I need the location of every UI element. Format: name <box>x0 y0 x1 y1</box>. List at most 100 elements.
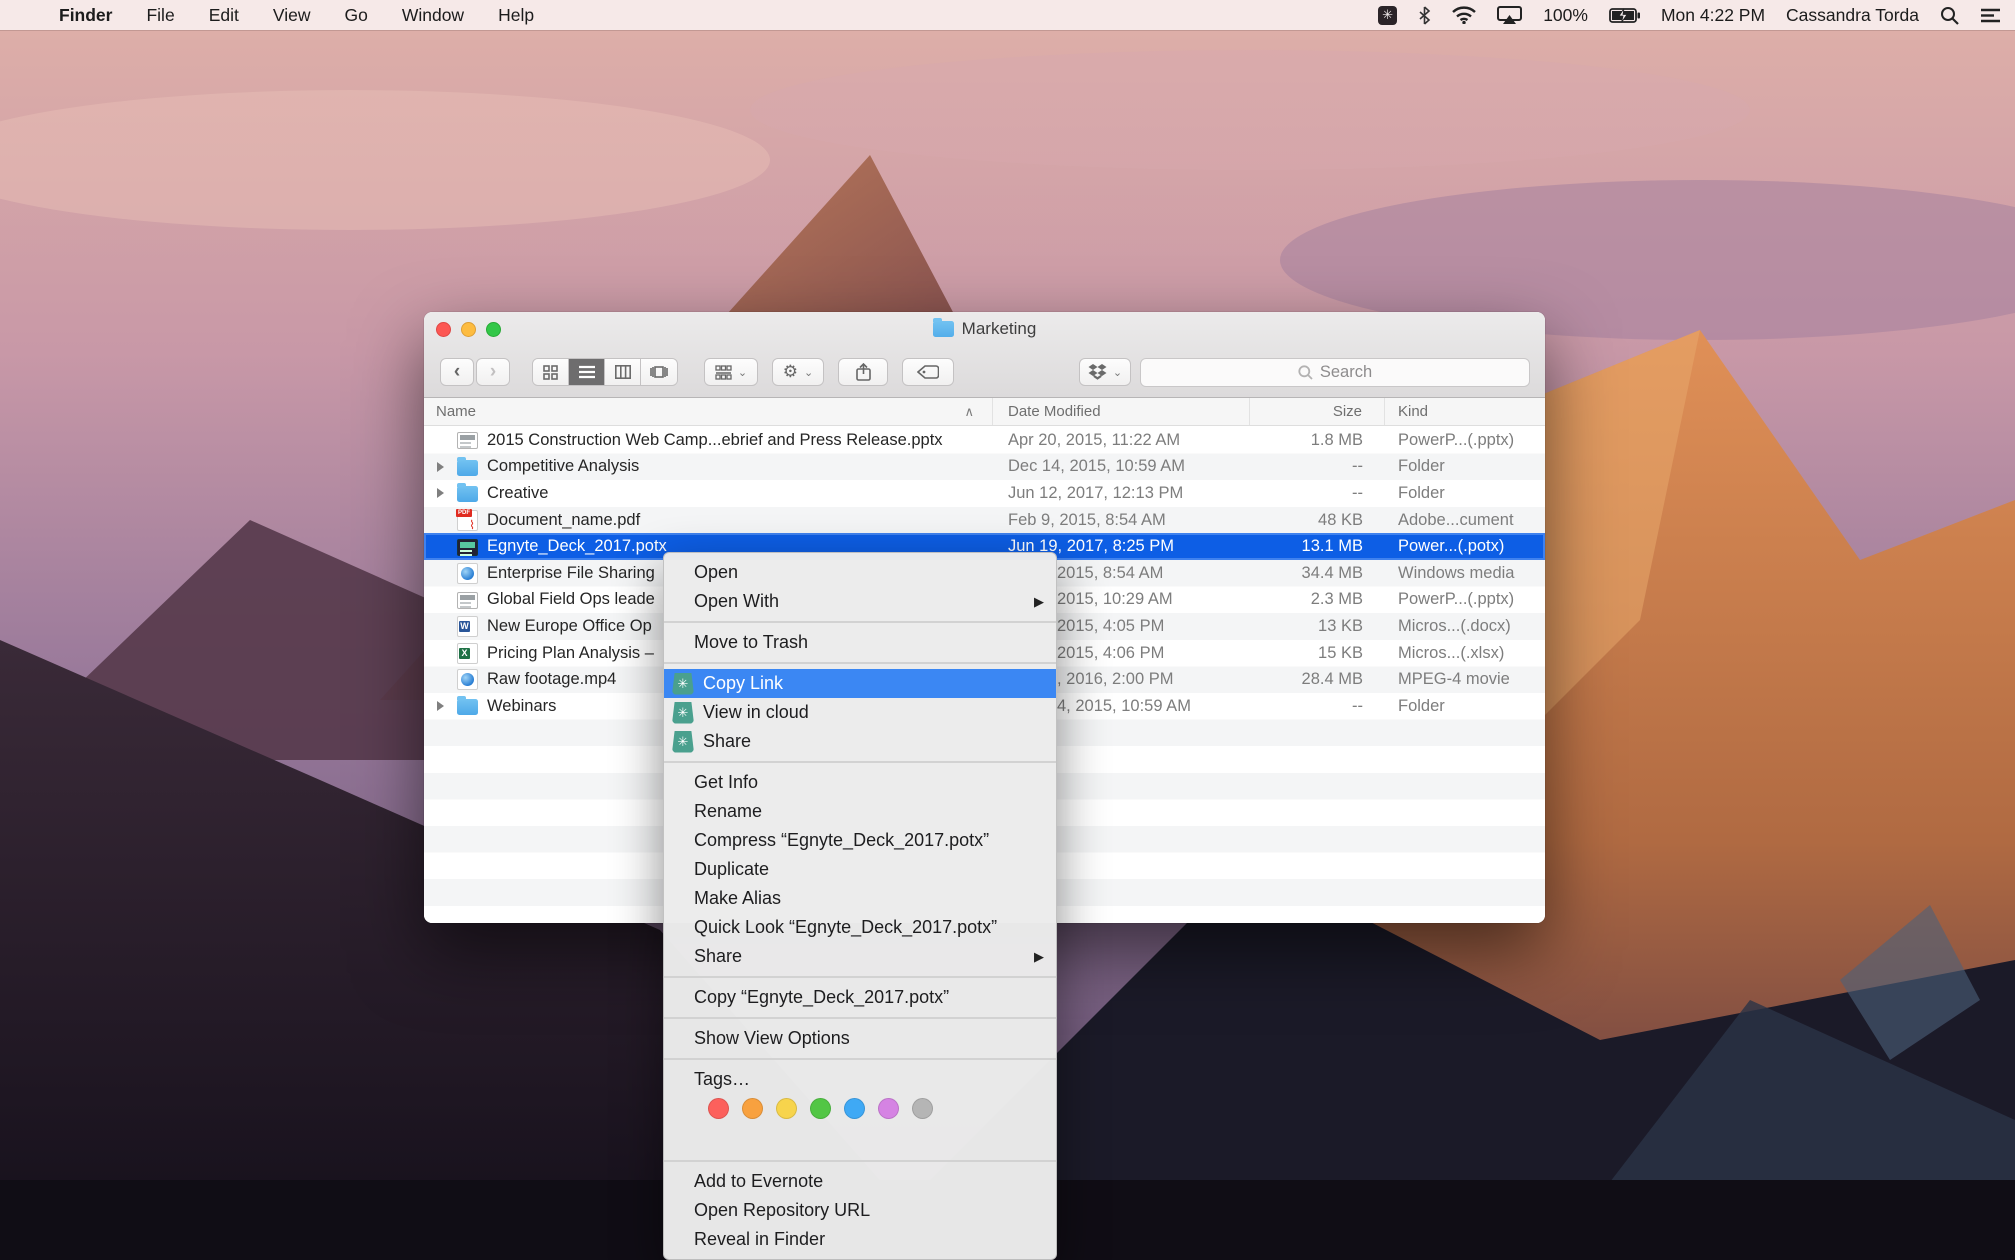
share-button[interactable] <box>838 358 888 386</box>
zoom-button[interactable] <box>486 322 501 337</box>
dropbox-menu-button[interactable]: ⌄ <box>1079 358 1131 386</box>
context-menu-item-copy-egnyte-deck-2017-potx[interactable]: Copy “Egnyte_Deck_2017.potx” <box>664 983 1056 1012</box>
file-row-2015-construction-web-camp-ebrief-and-pr[interactable]: 2015 Construction Web Camp...ebrief and … <box>424 427 1545 454</box>
notification-center-icon[interactable] <box>1980 7 2001 24</box>
menu-item-label: Open Repository URL <box>694 1200 870 1221</box>
menubar-item-view[interactable]: View <box>256 0 328 30</box>
context-menu-item-tags[interactable]: Tags… <box>664 1065 1056 1094</box>
file-name: Competitive Analysis <box>487 457 639 476</box>
disclosure-triangle-icon[interactable] <box>437 488 444 498</box>
egnyte-menubar-icon[interactable]: ✳ <box>1378 6 1397 25</box>
window-chrome: Marketing ‹ › <box>424 312 1545 398</box>
menu-item-label: Get Info <box>694 772 758 793</box>
context-menu-item-make-alias[interactable]: Make Alias <box>664 884 1056 913</box>
close-button[interactable] <box>436 322 451 337</box>
column-header-size[interactable]: Size <box>1250 398 1385 425</box>
menu-item-label: Copy “Egnyte_Deck_2017.potx” <box>694 987 949 1008</box>
context-menu-item-get-info[interactable]: Get Info <box>664 768 1056 797</box>
context-menu-item-share[interactable]: Share▶ <box>664 942 1056 971</box>
menu-item-label: View in cloud <box>703 702 809 723</box>
file-kind: Windows media <box>1385 560 1545 587</box>
tag-color-dot-yellow[interactable] <box>776 1098 797 1119</box>
menu-item-label: Add to Evernote <box>694 1171 823 1192</box>
wifi-icon[interactable] <box>1452 6 1476 24</box>
coverflow-view-button[interactable] <box>641 359 677 385</box>
file-name: Creative <box>487 484 548 503</box>
context-menu-item-share[interactable]: ✳Share <box>664 727 1056 756</box>
tag-color-dot-red[interactable] <box>708 1098 729 1119</box>
word-file-icon <box>457 616 478 637</box>
menubar-item-window[interactable]: Window <box>385 0 481 30</box>
menu-item-label: Tags… <box>694 1069 750 1090</box>
context-menu-item-add-to-evernote[interactable]: Add to Evernote <box>664 1167 1056 1196</box>
context-menu-item-open-with[interactable]: Open With▶ <box>664 587 1056 616</box>
menubar-clock[interactable]: Mon 4:22 PM <box>1661 5 1765 26</box>
menubar-item-file[interactable]: File <box>129 0 191 30</box>
icon-view-button[interactable] <box>533 359 569 385</box>
tag-color-dot-purple[interactable] <box>878 1098 899 1119</box>
context-menu-item-quick-look-egnyte-deck-2017-potx[interactable]: Quick Look “Egnyte_Deck_2017.potx” <box>664 913 1056 942</box>
column-header-kind[interactable]: Kind <box>1385 398 1545 425</box>
context-menu-item-move-to-trash[interactable]: Move to Trash <box>664 628 1056 657</box>
forward-button[interactable]: › <box>476 358 510 386</box>
disclosure-triangle-icon[interactable] <box>437 701 444 711</box>
context-menu-item-duplicate[interactable]: Duplicate <box>664 855 1056 884</box>
share-icon <box>856 363 871 381</box>
back-button[interactable]: ‹ <box>440 358 474 386</box>
battery-charging-icon[interactable] <box>1609 8 1640 23</box>
folder-file-icon <box>457 699 478 715</box>
file-kind: Micros...(.docx) <box>1385 613 1545 640</box>
airplay-display-icon[interactable] <box>1497 6 1522 24</box>
submenu-arrow-icon: ▶ <box>1034 594 1044 610</box>
file-row-document-name-pdf[interactable]: Document_name.pdfFeb 9, 2015, 8:54 AM48 … <box>424 507 1545 534</box>
submenu-arrow-icon: ▶ <box>1034 949 1044 965</box>
file-size: 1.8 MB <box>1250 427 1385 454</box>
menu-separator <box>664 1058 1056 1060</box>
menubar-user[interactable]: Cassandra Torda <box>1786 5 1919 26</box>
menu-item-label: Show View Options <box>694 1028 850 1049</box>
minimize-button[interactable] <box>461 322 476 337</box>
tags-button[interactable] <box>902 358 954 386</box>
context-menu-item-compress-egnyte-deck-2017-potx[interactable]: Compress “Egnyte_Deck_2017.potx” <box>664 826 1056 855</box>
tag-color-dot-blue[interactable] <box>844 1098 865 1119</box>
tag-color-dot-orange[interactable] <box>742 1098 763 1119</box>
menu-item-label: Share <box>703 731 751 752</box>
disclosure-triangle-icon[interactable] <box>437 462 444 472</box>
folder-file-icon <box>457 460 478 476</box>
menubar-item-go[interactable]: Go <box>327 0 384 30</box>
menubar-item-edit[interactable]: Edit <box>192 0 256 30</box>
file-kind: Power...(.potx) <box>1385 533 1545 560</box>
excel-file-icon <box>457 643 478 664</box>
file-name: Global Field Ops leade <box>487 590 655 609</box>
tag-color-dot-gray[interactable] <box>912 1098 933 1119</box>
file-date-modified: Apr 20, 2015, 11:22 AM <box>993 427 1250 454</box>
file-date-modified: Dec 14, 2015, 10:59 AM <box>993 454 1250 481</box>
file-name: 2015 Construction Web Camp...ebrief and … <box>487 431 943 450</box>
menubar-item-help[interactable]: Help <box>481 0 551 30</box>
context-menu-item-open-repository-url[interactable]: Open Repository URL <box>664 1196 1056 1225</box>
list-view-button[interactable] <box>569 359 605 385</box>
column-header-date-modified[interactable]: Date Modified <box>993 398 1250 425</box>
group-by-button[interactable]: ⌄ <box>704 358 758 386</box>
column-header-name[interactable]: Name ∧ <box>424 398 993 425</box>
menubar-item-finder[interactable]: Finder <box>42 0 129 30</box>
context-menu-item-open[interactable]: Open <box>664 558 1056 587</box>
tag-color-dot-green[interactable] <box>810 1098 831 1119</box>
menu-item-label: Reveal in Finder <box>694 1229 825 1250</box>
context-menu-item-copy-link[interactable]: ✳Copy Link <box>664 669 1056 698</box>
file-kind: Micros...(.xlsx) <box>1385 640 1545 667</box>
file-size: -- <box>1250 480 1385 507</box>
file-row-creative[interactable]: CreativeJun 12, 2017, 12:13 PM--Folder <box>424 480 1545 507</box>
context-menu-item-show-view-options[interactable]: Show View Options <box>664 1024 1056 1053</box>
bluetooth-icon[interactable] <box>1418 6 1431 25</box>
action-menu-button[interactable]: ⚙⌄ <box>772 358 824 386</box>
spotlight-search-icon[interactable] <box>1940 6 1959 25</box>
column-view-button[interactable] <box>605 359 641 385</box>
context-menu-item-reveal-in-finder[interactable]: Reveal in Finder <box>664 1225 1056 1254</box>
context-menu-item-rename[interactable]: Rename <box>664 797 1056 826</box>
file-row-competitive-analysis[interactable]: Competitive Analysis Dec 14, 2015, 10:59 … <box>424 454 1545 481</box>
context-menu-item-view-in-cloud[interactable]: ✳View in cloud <box>664 698 1056 727</box>
menu-separator <box>664 976 1056 978</box>
file-kind: PowerP...(.pptx) <box>1385 427 1545 454</box>
search-input[interactable]: Search <box>1140 358 1530 387</box>
